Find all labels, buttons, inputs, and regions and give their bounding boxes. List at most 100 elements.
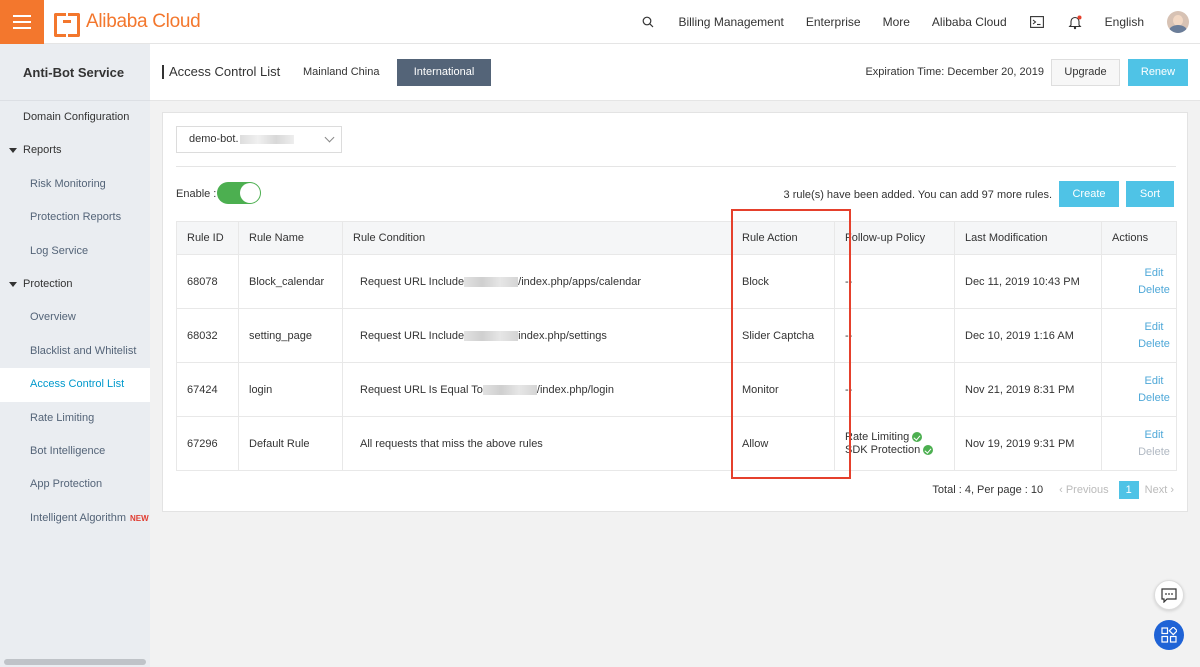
rule-name: login — [238, 362, 343, 417]
col-rule-id: Rule ID — [176, 221, 239, 255]
brand-name: Alibaba Cloud — [86, 11, 201, 32]
enable-toggle[interactable] — [217, 182, 261, 204]
alibaba-logo-icon — [54, 13, 80, 37]
policy-sdk-protection: SDK Protection — [845, 444, 954, 457]
delete-link: Delete — [1138, 445, 1170, 458]
sidebar-group-protection[interactable]: Protection — [0, 268, 150, 301]
rules-table: Rule ID Rule Name Rule Condition Rule Ac… — [176, 221, 1177, 471]
condition-path: /index.php/login — [536, 383, 614, 396]
col-rule-name: Rule Name — [238, 221, 343, 255]
tab-international[interactable]: International — [397, 59, 491, 86]
edit-link[interactable]: Edit — [1132, 427, 1176, 444]
sidebar-item-intelligent-algorithm[interactable]: Intelligent Algorithm NEW — [0, 502, 150, 535]
rule-condition: All requests that miss the above rules — [342, 416, 732, 471]
nav-alibaba-cloud[interactable]: Alibaba Cloud — [932, 15, 1007, 29]
delete-link[interactable]: Delete — [1132, 336, 1176, 353]
language-selector[interactable]: English — [1105, 15, 1144, 29]
chevron-down-icon — [324, 132, 335, 143]
table-row: 67424 login Request URL Is Equal To/inde… — [176, 362, 1177, 417]
previous-page-button: ‹ Previous — [1059, 484, 1109, 496]
user-avatar[interactable] — [1167, 11, 1189, 33]
menu-icon — [13, 21, 31, 23]
condition-prefix: Request URL Include — [360, 329, 465, 342]
follow-up-policy: -- — [834, 254, 955, 309]
sidebar-scrollbar[interactable] — [4, 659, 146, 665]
pagination-total: Total : 4, Per page : 10 — [932, 484, 1044, 496]
sidebar-item-bot-intelligence[interactable]: Bot Intelligence — [0, 435, 150, 468]
page-1-button[interactable]: 1 — [1118, 481, 1139, 499]
condition-path: index.php/settings — [518, 329, 607, 342]
sidebar-item-access-control-list[interactable]: Access Control List — [0, 368, 150, 402]
follow-up-policy: Rate Limiting SDK Protection — [834, 416, 955, 471]
acl-card: demo-bot. Enable : 3 rule(s) have been a… — [162, 112, 1188, 512]
domain-select[interactable]: demo-bot. — [176, 126, 342, 153]
page-header: Access Control List Mainland China Inter… — [150, 44, 1200, 101]
sidebar-item-log-service[interactable]: Log Service — [0, 235, 150, 268]
rule-condition: Request URL Is Equal To/index.php/login — [342, 362, 732, 417]
redacted-host — [464, 330, 519, 341]
rule-count-text: 3 rule(s) have been added. You can add 9… — [783, 189, 1052, 201]
table-header-row: Rule ID Rule Name Rule Condition Rule Ac… — [176, 221, 1177, 255]
tab-mainland-china[interactable]: Mainland China — [285, 59, 397, 86]
row-actions: Edit Delete — [1101, 254, 1177, 309]
alibaba-cloud-logo[interactable]: Alibaba Cloud — [54, 11, 201, 37]
renew-button[interactable]: Renew — [1128, 59, 1188, 86]
rule-condition: Request URL Include index.php/settings — [342, 308, 732, 363]
nav-more[interactable]: More — [883, 15, 910, 29]
sidebar-item-protection-reports[interactable]: Protection Reports — [0, 201, 150, 234]
sidebar-item-domain-configuration[interactable]: Domain Configuration — [0, 101, 150, 134]
policy-label: SDK Protection — [845, 443, 921, 456]
delete-link[interactable]: Delete — [1132, 390, 1176, 407]
nav-billing-management[interactable]: Billing Management — [678, 15, 783, 29]
sidebar-item-blacklist-whitelist[interactable]: Blacklist and Whitelist — [0, 335, 150, 368]
pagination: Total : 4, Per page : 10 ‹ Previous 1 Ne… — [932, 481, 1174, 499]
edit-link[interactable]: Edit — [1132, 319, 1176, 336]
edit-link[interactable]: Edit — [1132, 265, 1176, 282]
condition-path: /index.php/apps/calendar — [518, 275, 642, 288]
follow-up-policy: -- — [834, 362, 955, 417]
delete-link[interactable]: Delete — [1132, 282, 1176, 299]
follow-up-policy: -- — [834, 308, 955, 363]
create-button[interactable]: Create — [1059, 181, 1119, 207]
rule-action: Monitor — [731, 362, 835, 417]
sidebar-group-reports[interactable]: Reports — [0, 134, 150, 167]
upgrade-button[interactable]: Upgrade — [1051, 59, 1120, 86]
nav-enterprise[interactable]: Enterprise — [806, 15, 861, 29]
enable-label: Enable : — [176, 188, 217, 200]
domain-value: demo-bot. — [189, 133, 239, 145]
table-row: 68032 setting_page Request URL Include in… — [176, 308, 1177, 363]
next-page-button: Next › — [1144, 484, 1174, 496]
hamburger-menu-button[interactable] — [0, 0, 44, 44]
sidebar-title: Anti-Bot Service — [0, 44, 150, 101]
table-row: 68078 Block_calendar Request URL Include… — [176, 254, 1177, 309]
col-rule-action: Rule Action — [731, 221, 835, 255]
check-circle-icon — [912, 432, 923, 442]
sidebar-item-overview[interactable]: Overview — [0, 301, 150, 334]
table-row: 67296 Default Rule All requests that mis… — [176, 416, 1177, 471]
edit-link[interactable]: Edit — [1132, 373, 1176, 390]
rule-id: 68032 — [176, 308, 239, 363]
last-modification: Nov 21, 2019 8:31 PM — [954, 362, 1102, 417]
apps-button[interactable] — [1154, 620, 1184, 650]
search-icon[interactable] — [640, 14, 656, 30]
redacted-domain — [239, 134, 294, 144]
last-modification: Nov 19, 2019 9:31 PM — [954, 416, 1102, 471]
col-actions: Actions — [1101, 221, 1177, 255]
col-last-modification: Last Modification — [954, 221, 1102, 255]
sidebar-item-app-protection[interactable]: App Protection — [0, 468, 150, 501]
row-actions: Edit Delete — [1101, 416, 1177, 471]
condition-prefix: Request URL Include — [360, 275, 465, 288]
col-follow-up-policy: Follow-up Policy — [834, 221, 955, 255]
redacted-host — [464, 276, 519, 287]
chat-support-button[interactable] — [1154, 580, 1184, 610]
sort-button[interactable]: Sort — [1126, 181, 1174, 207]
sidebar-item-rate-limiting[interactable]: Rate Limiting — [0, 402, 150, 435]
terminal-icon[interactable] — [1029, 14, 1045, 30]
rule-action: Slider Captcha — [731, 308, 835, 363]
top-nav-links: Billing Management Enterprise More Aliba… — [629, 0, 1200, 44]
last-modification: Dec 11, 2019 10:43 PM — [954, 254, 1102, 309]
apps-grid-icon — [1161, 627, 1177, 643]
sidebar-item-risk-monitoring[interactable]: Risk Monitoring — [0, 168, 150, 201]
notification-bell-icon[interactable] — [1067, 14, 1083, 30]
last-modification: Dec 10, 2019 1:16 AM — [954, 308, 1102, 363]
